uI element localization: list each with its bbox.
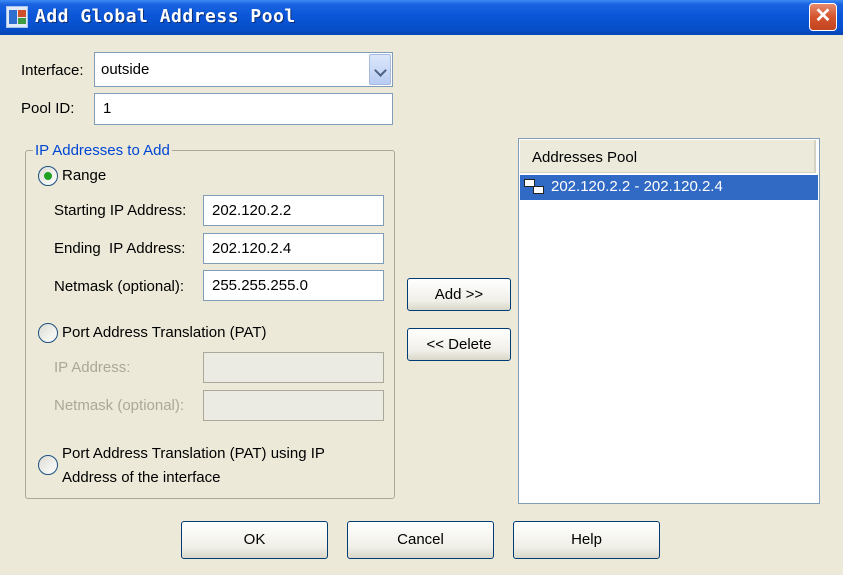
starting-ip-label: Starting IP Address: [54, 202, 187, 219]
netmask-label: Netmask (optional): [54, 278, 185, 295]
range-label: Range [62, 167, 107, 184]
pat-ip-label: IP Address: [54, 359, 131, 376]
asdm-app-icon [6, 6, 28, 28]
list-item-label: 202.120.2.2 - 202.120.2.4 [551, 178, 723, 195]
network-pool-icon [524, 179, 546, 196]
interface-select[interactable]: outside [94, 52, 393, 87]
pat-interface-label-line1: Port Address Translation (PAT) using IP [62, 445, 325, 462]
pat-netmask-field [203, 390, 384, 421]
chevron-down-icon[interactable] [369, 54, 391, 85]
pool-id-field[interactable]: 1 [94, 93, 393, 125]
ending-ip-field[interactable]: 202.120.2.4 [203, 233, 384, 264]
close-button[interactable]: ✕ [809, 3, 837, 31]
pat-label: Port Address Translation (PAT) [62, 324, 267, 341]
list-item[interactable]: 202.120.2.2 - 202.120.2.4 [520, 175, 818, 200]
help-button[interactable]: Help [513, 521, 660, 559]
addresses-pool-header-label: Addresses Pool [532, 149, 638, 166]
ip-addresses-group-legend: IP Addresses to Add [33, 142, 172, 159]
ending-ip-label: Ending IP Address: [54, 240, 186, 257]
ok-button[interactable]: OK [181, 521, 328, 559]
window-title: Add Global Address Pool [35, 6, 296, 27]
range-radio[interactable] [38, 166, 58, 186]
addresses-pool-header[interactable]: Addresses Pool [520, 140, 816, 173]
starting-ip-field[interactable]: 202.120.2.2 [203, 195, 384, 226]
cancel-button[interactable]: Cancel [347, 521, 494, 559]
add-button[interactable]: Add >> [407, 278, 511, 311]
interface-value: outside [101, 61, 150, 78]
title-bar[interactable]: Add Global Address Pool ✕ [0, 0, 843, 35]
netmask-field[interactable]: 255.255.255.0 [203, 270, 384, 301]
interface-label: Interface: [21, 62, 84, 79]
pat-interface-radio[interactable] [38, 455, 58, 475]
addresses-pool-list[interactable]: Addresses Pool 202.120.2.2 - 202.120.2.4 [518, 138, 820, 504]
pat-netmask-label: Netmask (optional): [54, 397, 185, 414]
pat-ip-field [203, 352, 384, 383]
close-icon: ✕ [814, 5, 832, 27]
pool-id-label: Pool ID: [21, 100, 75, 117]
delete-button[interactable]: << Delete [407, 328, 511, 361]
pat-radio[interactable] [38, 323, 58, 343]
pat-interface-label-line2: Address of the interface [62, 469, 221, 486]
